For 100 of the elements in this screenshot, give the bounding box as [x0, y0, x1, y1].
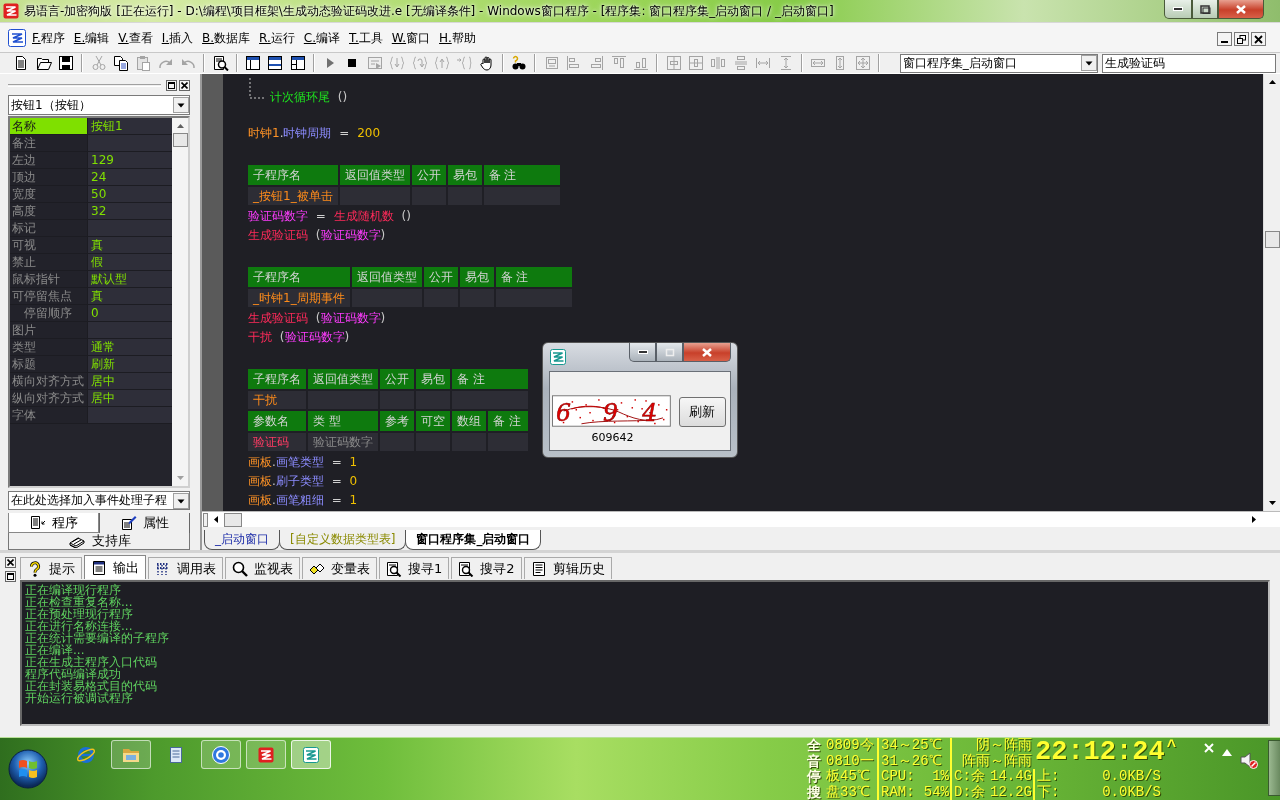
- panel-tab[interactable]: 搜寻1: [379, 557, 450, 579]
- menu-item[interactable]: T.工具: [345, 31, 387, 46]
- code-line[interactable]: 生成验证码 (验证码数字): [248, 226, 386, 245]
- code-line[interactable]: 验证码数字 = 生成随机数 (): [248, 207, 411, 226]
- browser-icon[interactable]: [76, 744, 96, 765]
- start-button[interactable]: [8, 749, 48, 789]
- minimize-button[interactable]: [629, 343, 656, 362]
- code-line[interactable]: 画板.画笔粗细 = 1: [248, 491, 358, 510]
- app-menu-icon[interactable]: [8, 29, 26, 47]
- close-button[interactable]: [1218, 0, 1264, 19]
- menu-item[interactable]: R.运行: [255, 31, 299, 46]
- scrollbar-thumb[interactable]: [1264, 231, 1280, 248]
- taskbar-button[interactable]: [111, 740, 151, 769]
- library-tab[interactable]: 支持库: [8, 533, 190, 550]
- property-value[interactable]: 刷新: [87, 356, 172, 372]
- document-minimize-button[interactable]: [1217, 32, 1232, 46]
- window-layout-icon[interactable]: [244, 55, 261, 71]
- refresh-button[interactable]: 刷新: [678, 397, 726, 427]
- up-arrow-icon[interactable]: [1222, 749, 1232, 756]
- panel-restore-button[interactable]: [166, 79, 177, 91]
- table-cell[interactable]: 干扰: [248, 391, 306, 409]
- property-value[interactable]: 129: [87, 152, 172, 168]
- property-name[interactable]: 横向对齐方式: [10, 373, 87, 389]
- horizontal-scrollbar[interactable]: [202, 511, 1280, 527]
- binoculars-icon[interactable]: [511, 55, 528, 71]
- panel-tab[interactable]: 变量表: [302, 557, 377, 579]
- panel-tab[interactable]: 输出: [84, 555, 146, 579]
- maximize-button[interactable]: [1192, 0, 1218, 19]
- menu-item[interactable]: B.数据库: [198, 31, 255, 46]
- taskbar-button[interactable]: [291, 740, 331, 769]
- table-cell[interactable]: _时钟1_周期事件: [248, 289, 350, 307]
- maximize-button[interactable]: [656, 343, 683, 362]
- property-value[interactable]: 真: [87, 288, 172, 304]
- menu-item[interactable]: E.编辑: [69, 31, 114, 46]
- property-value[interactable]: 通常: [87, 339, 172, 355]
- property-value[interactable]: 居中: [87, 390, 172, 406]
- scrollbar-splitter[interactable]: [203, 512, 208, 527]
- editor-tab[interactable]: _启动窗口: [204, 530, 280, 550]
- document-close-button[interactable]: [1251, 32, 1266, 46]
- property-value[interactable]: 24: [87, 169, 172, 185]
- menu-item[interactable]: H.帮助: [435, 31, 480, 46]
- copy-icon[interactable]: [112, 55, 129, 71]
- folder-icon[interactable]: [35, 55, 52, 71]
- subroutine-field[interactable]: 生成验证码: [1101, 53, 1276, 73]
- panel-tab[interactable]: 搜寻2: [451, 557, 522, 579]
- panel-tab[interactable]: 程序: [8, 513, 99, 533]
- panel-close-button[interactable]: [179, 79, 190, 91]
- panel-restore-button[interactable]: [4, 571, 16, 582]
- property-value[interactable]: 50: [87, 186, 172, 202]
- object-dropdown[interactable]: 按钮1（按钮）: [8, 95, 190, 115]
- find-icon[interactable]: [212, 55, 229, 71]
- table-cell[interactable]: 验证码: [248, 433, 306, 451]
- panel-tab[interactable]: 提示: [20, 557, 82, 579]
- code-line[interactable]: 时钟1.时钟周期 = 200: [248, 124, 381, 143]
- code-line[interactable]: 计次循环尾 (): [270, 88, 348, 107]
- property-value[interactable]: 32: [87, 203, 172, 219]
- event-dropdown[interactable]: 在此处选择加入事件处理子程: [8, 491, 190, 510]
- code-line[interactable]: 画板.刷子类型 = 0: [248, 472, 358, 491]
- table-cell[interactable]: _按钮1_被单击: [248, 187, 338, 205]
- hand-icon[interactable]: [478, 55, 495, 71]
- property-value[interactable]: 真: [87, 237, 172, 253]
- table-cell[interactable]: 验证码数字: [308, 433, 378, 451]
- menu-item[interactable]: F.程序: [28, 31, 69, 46]
- speaker-icon[interactable]: [1240, 751, 1258, 769]
- close-button[interactable]: [683, 343, 731, 362]
- show-desktop-button[interactable]: [1268, 740, 1280, 796]
- editor-scrollbar[interactable]: [1263, 74, 1280, 511]
- save-icon[interactable]: [58, 55, 75, 71]
- property-value[interactable]: 按钮1: [87, 118, 172, 134]
- scrollbar-thumb[interactable]: [172, 133, 188, 147]
- panel-tab[interactable]: 监视表: [225, 557, 300, 579]
- taskbar-button[interactable]: [201, 740, 241, 769]
- scrollbar-thumb[interactable]: [224, 512, 242, 527]
- property-scrollbar[interactable]: [172, 118, 188, 486]
- property-value[interactable]: 居中: [87, 373, 172, 389]
- property-name[interactable]: 名称: [10, 118, 87, 134]
- document-restore-button[interactable]: [1234, 32, 1249, 46]
- taskbar-button[interactable]: [246, 740, 286, 769]
- minimize-button[interactable]: [1164, 0, 1192, 19]
- module-dropdown[interactable]: 窗口程序集_启动窗口: [899, 53, 1098, 73]
- panel-tab[interactable]: 属性: [99, 513, 190, 534]
- close-icon[interactable]: [1204, 743, 1214, 753]
- window-layout-icon[interactable]: [289, 55, 306, 71]
- menu-item[interactable]: W.窗口: [387, 31, 435, 46]
- code-line[interactable]: 干扰 (验证码数字): [248, 328, 350, 347]
- property-name[interactable]: 纵向对齐方式: [10, 390, 87, 406]
- menu-item[interactable]: C.编译: [299, 31, 345, 46]
- code-line[interactable]: 生成验证码 (验证码数字): [248, 309, 386, 328]
- menu-item[interactable]: V.查看: [114, 31, 157, 46]
- panel-tab[interactable]: 调用表: [148, 557, 223, 579]
- window-layout-icon[interactable]: [267, 55, 284, 71]
- scroll-up-icon[interactable]: [175, 123, 185, 129]
- scroll-down-icon[interactable]: [175, 475, 185, 481]
- panel-tab[interactable]: 剪辑历史: [523, 557, 612, 579]
- menu-item[interactable]: I.插入: [157, 31, 198, 46]
- property-value[interactable]: 0: [87, 305, 172, 321]
- property-value[interactable]: 假: [87, 254, 172, 270]
- property-value[interactable]: 默认型: [87, 271, 172, 287]
- editor-tab[interactable]: 窗口程序集_启动窗口: [405, 530, 542, 550]
- code-line[interactable]: 画板.画笔类型 = 1: [248, 453, 358, 472]
